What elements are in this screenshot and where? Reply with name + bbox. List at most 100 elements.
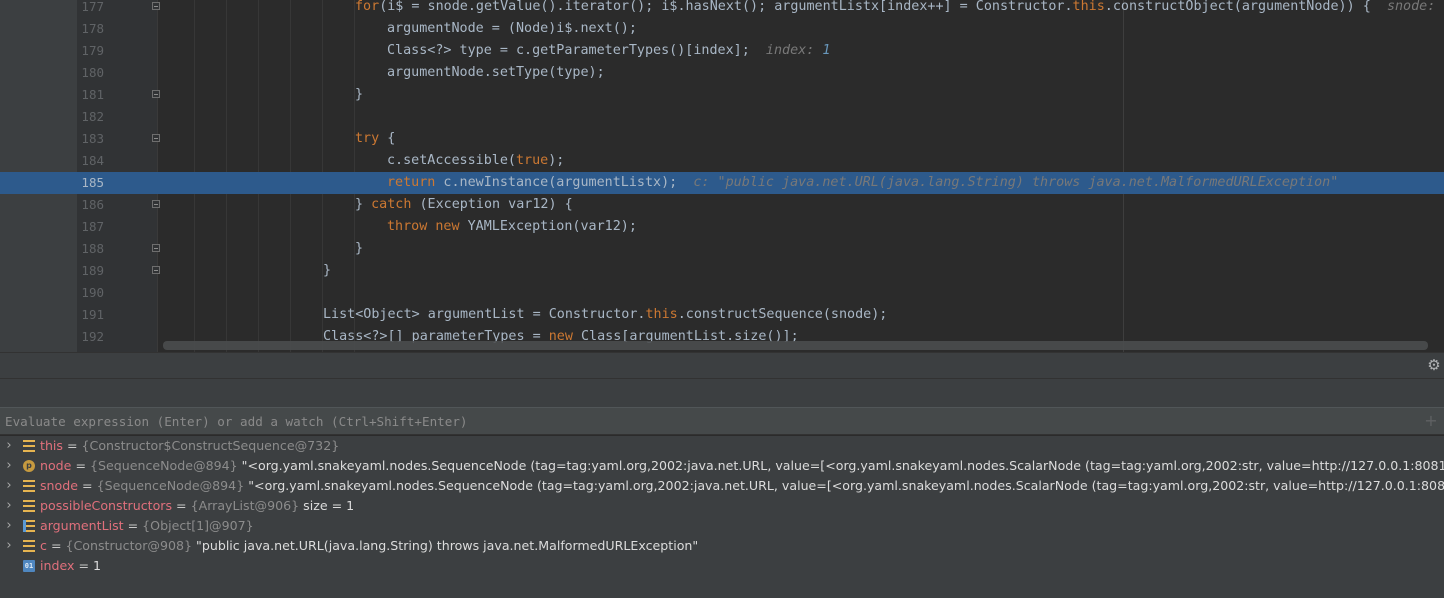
chevron-right-icon[interactable]: ›: [4, 436, 14, 456]
variable-value: "<org.yaml.snakeyaml.nodes.SequenceNode …: [241, 458, 1444, 473]
code-token: );: [548, 153, 565, 168]
code-text: }: [355, 84, 363, 106]
code-line[interactable]: 183 try {: [0, 128, 1444, 150]
inline-debug-value: 1: [822, 43, 831, 58]
code-line[interactable]: 177 for(i$ = snode.getValue().iterator();…: [0, 0, 1444, 18]
code-text: }: [355, 238, 363, 260]
evaluate-expression-bar: +: [0, 407, 1444, 436]
horizontal-scrollbar[interactable]: [163, 341, 1428, 350]
variable-row-node[interactable]: › p node = {SequenceNode@894} "<org.yaml.s…: [0, 456, 1444, 476]
primitive-icon: 01: [23, 560, 35, 572]
code-text: return c.newInstance(argumentListx); c: …: [387, 172, 1338, 194]
variable-eq: =: [62, 438, 82, 453]
line-number[interactable]: 183: [77, 128, 104, 150]
line-number[interactable]: 189: [77, 260, 104, 282]
code-token: }: [355, 197, 372, 212]
line-number[interactable]: 191: [77, 304, 104, 326]
line-number[interactable]: 190: [77, 282, 104, 304]
code-token: {: [379, 131, 396, 146]
fold-marker-icon[interactable]: [152, 134, 160, 142]
variable-name: argumentList: [40, 518, 124, 533]
code-token: this: [1072, 0, 1105, 14]
field-icon: [23, 540, 35, 552]
gear-icon[interactable]: ⚙: [1426, 357, 1442, 373]
line-number[interactable]: 184: [77, 150, 104, 172]
code-line[interactable]: 180 argumentNode.setType(type);: [0, 62, 1444, 84]
code-text: List<Object> argumentList = Constructor.…: [323, 304, 887, 326]
fold-marker-icon[interactable]: [152, 200, 160, 208]
code-token: }: [355, 241, 364, 256]
line-number[interactable]: 181: [77, 84, 104, 106]
variable-row-this[interactable]: › this = {Constructor$ConstructSequence@7…: [0, 436, 1444, 456]
variable-row-c[interactable]: › c = {Constructor@908} "public java.net.…: [0, 536, 1444, 556]
code-line[interactable]: 181}: [0, 84, 1444, 106]
variable-value: "<org.yaml.snakeyaml.nodes.SequenceNode …: [248, 478, 1444, 493]
debugger-subtoolbar: [0, 378, 1444, 408]
code-line[interactable]: 187 throw new YAMLException(var12);: [0, 216, 1444, 238]
line-number[interactable]: 180: [77, 62, 104, 84]
code-line[interactable]: 191 List<Object> argumentList = Construct…: [0, 304, 1444, 326]
field-icon: [23, 440, 35, 452]
code-token: YAMLException(var12);: [459, 219, 637, 234]
variable-text: argumentList = {Object[1]@907}: [40, 516, 254, 536]
code-token: argumentNode = (Node)i$.next();: [387, 21, 637, 36]
code-text: } catch (Exception var12) {: [355, 194, 573, 216]
code-text: argumentNode.setType(type);: [387, 62, 605, 84]
variable-name: possibleConstructors: [40, 498, 173, 513]
variable-type: {Object[1]@907}: [142, 518, 254, 533]
line-number[interactable]: 186: [77, 194, 104, 216]
variable-name: node: [40, 458, 72, 473]
code-line[interactable]: 182: [0, 106, 1444, 128]
fold-marker-icon[interactable]: [152, 90, 160, 98]
line-number[interactable]: 177: [77, 0, 104, 18]
code-token: Class<?> type = c.getParameterTypes()[in…: [387, 43, 766, 58]
code-token: throw: [387, 219, 428, 234]
chevron-right-icon[interactable]: ›: [4, 536, 14, 556]
fold-marker-icon[interactable]: [152, 266, 160, 274]
chevron-right-icon[interactable]: ›: [4, 476, 14, 496]
field-icon: [23, 500, 35, 512]
variable-row-snode[interactable]: › snode = {SequenceNode@894} "<org.yaml.s…: [0, 476, 1444, 496]
code-line[interactable]: 188}: [0, 238, 1444, 260]
variable-row-argumentlist[interactable]: › argumentList = {Object[1]@907}: [0, 516, 1444, 536]
variable-eq: =: [172, 498, 191, 513]
chevron-right-icon[interactable]: ›: [4, 516, 14, 536]
variable-row-index[interactable]: 01 index = 1: [0, 556, 1444, 576]
chevron-right-icon[interactable]: ›: [4, 496, 14, 516]
line-number[interactable]: 182: [77, 106, 104, 128]
variables-tree: › this = {Constructor$ConstructSequence@7…: [0, 436, 1444, 598]
line-number[interactable]: 179: [77, 40, 104, 62]
code-text: for(i$ = snode.getValue().iterator(); i$…: [355, 0, 1443, 18]
variable-eq: =: [71, 458, 90, 473]
variable-type: {ArrayList@906}: [190, 498, 300, 513]
evaluate-expression-input[interactable]: [0, 408, 1427, 436]
variable-value: size = 1: [299, 498, 355, 513]
variable-row-possibleconstructors[interactable]: › possibleConstructors = {ArrayList@906} …: [0, 496, 1444, 516]
chevron-right-icon[interactable]: ›: [4, 456, 14, 476]
fold-marker-icon[interactable]: [152, 244, 160, 252]
line-number[interactable]: 192: [77, 326, 104, 348]
code-line[interactable]: 189}: [0, 260, 1444, 282]
line-number[interactable]: 185: [77, 172, 104, 194]
fold-marker-icon[interactable]: [152, 2, 160, 10]
variable-name: this: [40, 438, 63, 453]
code-line[interactable]: 179 Class<?> type = c.getParameterTypes()…: [0, 40, 1444, 62]
plus-icon[interactable]: +: [1424, 413, 1438, 429]
inline-debug-value: snode:: [1386, 0, 1444, 14]
line-number[interactable]: 178: [77, 18, 104, 40]
variable-eq: =: [46, 538, 66, 553]
current-execution-line[interactable]: 185 return c.newInstance(argumentListx); …: [0, 172, 1444, 194]
code-line[interactable]: 184 c.setAccessible(true);: [0, 150, 1444, 172]
variable-text: index = 1: [40, 556, 101, 576]
code-line[interactable]: 190: [0, 282, 1444, 304]
line-number[interactable]: 187: [77, 216, 104, 238]
line-number[interactable]: 188: [77, 238, 104, 260]
code-line[interactable]: 186 } catch (Exception var12) {: [0, 194, 1444, 216]
variable-eq: =: [123, 518, 143, 533]
code-line[interactable]: 178 argumentNode = (Node)i$.next();: [0, 18, 1444, 40]
code-editor[interactable]: 177 for(i$ = snode.getValue().iterator();…: [0, 0, 1444, 352]
variable-text: possibleConstructors = {ArrayList@906} s…: [40, 496, 354, 516]
variable-type: {SequenceNode@894}: [96, 478, 245, 493]
code-token: c.newInstance(argumentListx);: [435, 175, 694, 190]
code-text: Class<?> type = c.getParameterTypes()[in…: [387, 40, 830, 62]
